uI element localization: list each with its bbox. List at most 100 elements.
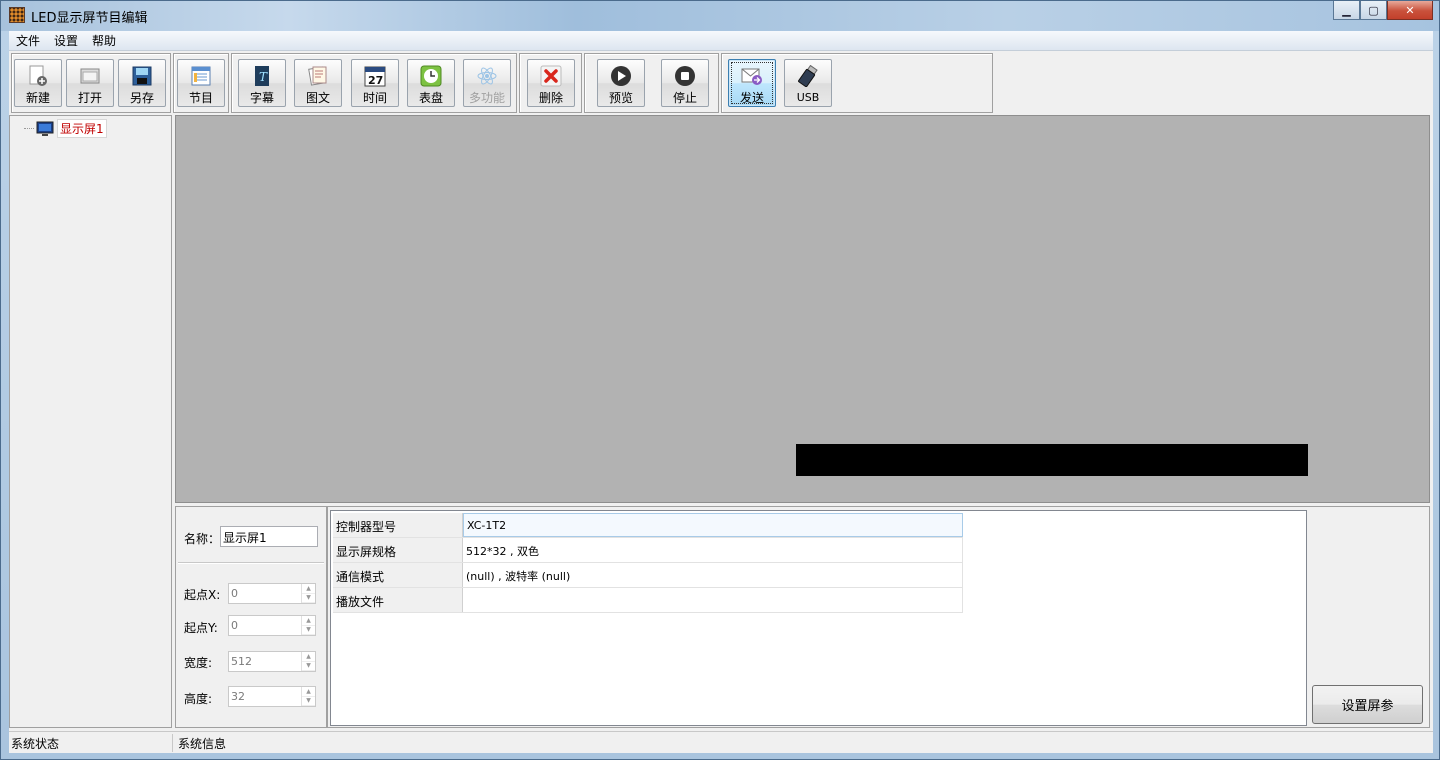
property-grid: 控制器型号 XC-1T2 显示屏规格 512*32 , 双色 通信模式 (nul… (333, 513, 963, 613)
stop-button[interactable]: 停止 (661, 59, 709, 107)
clock-icon (419, 64, 443, 88)
grid-value: XC-1T2 (463, 513, 963, 537)
time-label: 时间 (362, 91, 387, 105)
close-button[interactable]: ✕ (1387, 1, 1433, 20)
program-label: 节目 (188, 91, 213, 105)
height-label: 高度: (184, 692, 213, 706)
status-bar: 系统状态 系统信息 (9, 731, 1433, 753)
width-label: 宽度: (184, 656, 213, 670)
grid-key: 显示屏规格 (333, 538, 463, 562)
svg-text:27: 27 (368, 74, 383, 87)
clock-label: 表盘 (418, 91, 443, 105)
usb-drive-icon (796, 64, 820, 88)
preview-label: 预览 (608, 91, 633, 105)
app-window: LED显示屏节目编辑 ▁ ▢ ✕ 文件 设置 帮助 新建 打开 另存 节目 T … (0, 0, 1440, 760)
program-button[interactable]: 节目 (177, 59, 225, 107)
spin-arrows[interactable]: ▲ ▼ (301, 584, 315, 603)
menu-file[interactable]: 文件 (9, 32, 47, 49)
tree-connector (24, 128, 34, 129)
folder-icon (78, 64, 102, 88)
status-divider (172, 734, 173, 752)
tree-item-screen1[interactable]: 显示屏1 (24, 119, 107, 138)
name-field[interactable]: 显示屏1 (220, 526, 318, 547)
usb-button[interactable]: USB (784, 59, 832, 107)
grid-row-comm[interactable]: 通信模式 (null) , 波特率 (null) (333, 563, 963, 588)
clock-button[interactable]: 表盘 (407, 59, 455, 107)
spin-arrows[interactable]: ▲ ▼ (301, 652, 315, 671)
properties-panel: 名称： 显示屏1 起点X: 0 ▲ ▼ 起点Y: 0 ▲ ▼ 宽度: 512 ▲ ▼ … (175, 506, 327, 728)
subtitle-button[interactable]: T 字幕 (238, 59, 286, 107)
height-value: 32 (231, 690, 245, 703)
menu-bar: 文件 设置 帮助 (9, 31, 1433, 51)
toolbar: 新建 打开 另存 节目 T 字幕 图文 27 时间 表盘 多功能 删除 预览 停… (9, 51, 1433, 115)
program-list-icon (189, 64, 213, 88)
spin-arrows[interactable]: ▲ ▼ (301, 616, 315, 635)
save-as-button[interactable]: 另存 (118, 59, 166, 107)
calendar-icon: 27 (363, 64, 387, 88)
preview-button[interactable]: 预览 (597, 59, 645, 107)
name-label: 名称： (184, 532, 221, 546)
maximize-button[interactable]: ▢ (1360, 1, 1387, 20)
minimize-button[interactable]: ▁ (1333, 1, 1360, 20)
grid-key: 通信模式 (333, 563, 463, 587)
usb-label: USB (796, 91, 820, 104)
grid-row-playfile[interactable]: 播放文件 (333, 588, 963, 613)
led-screen-area[interactable] (796, 444, 1308, 476)
delete-x-icon (539, 64, 563, 88)
monitor-icon (36, 121, 54, 137)
window-controls: ▁ ▢ ✕ (1333, 1, 1433, 20)
start-y-stepper[interactable]: 0 ▲ ▼ (228, 615, 316, 636)
send-button[interactable]: 发送 (728, 59, 776, 107)
play-icon (609, 64, 633, 88)
grid-value (463, 588, 963, 612)
save-disk-icon (130, 64, 154, 88)
grid-row-controller[interactable]: 控制器型号 XC-1T2 (333, 513, 963, 538)
toolbar-group-playback: 预览 停止 (584, 53, 719, 113)
set-screen-params-button[interactable]: 设置屏参 (1312, 685, 1423, 724)
new-button[interactable]: 新建 (14, 59, 62, 107)
atom-icon (475, 64, 499, 88)
toolbar-group-content: T 字幕 图文 27 时间 表盘 多功能 (231, 53, 517, 113)
grid-value: 512*32 , 双色 (463, 538, 963, 562)
toolbar-group-delete: 删除 (519, 53, 582, 113)
grid-key: 控制器型号 (333, 513, 463, 537)
grid-row-spec[interactable]: 显示屏规格 512*32 , 双色 (333, 538, 963, 563)
screen-tree: 显示屏1 (9, 115, 172, 728)
menu-help[interactable]: 帮助 (85, 32, 123, 49)
start-x-value: 0 (231, 587, 238, 600)
toolbar-group-file: 新建 打开 另存 (11, 53, 171, 113)
system-status: 系统状态 (11, 737, 60, 751)
svg-text:T: T (259, 70, 268, 84)
window-title: LED显示屏节目编辑 (31, 11, 148, 26)
divider (178, 562, 324, 564)
title-bar[interactable]: LED显示屏节目编辑 ▁ ▢ ✕ (1, 1, 1439, 31)
height-stepper[interactable]: 32 ▲ ▼ (228, 686, 316, 707)
start-x-label: 起点X: (184, 588, 221, 602)
menu-settings[interactable]: 设置 (47, 32, 85, 49)
start-y-value: 0 (231, 619, 238, 632)
start-x-stepper[interactable]: 0 ▲ ▼ (228, 583, 316, 604)
time-button[interactable]: 27 时间 (351, 59, 399, 107)
width-value: 512 (231, 655, 252, 668)
grid-value: (null) , 波特率 (null) (463, 563, 963, 587)
new-label: 新建 (25, 91, 50, 105)
multi-function-label: 多功能 (468, 91, 505, 105)
picture-text-button[interactable]: 图文 (294, 59, 342, 107)
text-t-icon: T (250, 64, 274, 88)
spin-arrows[interactable]: ▲ ▼ (301, 687, 315, 706)
width-stepper[interactable]: 512 ▲ ▼ (228, 651, 316, 672)
toolbar-group-program: 节目 (173, 53, 229, 113)
stop-icon (673, 64, 697, 88)
open-button[interactable]: 打开 (66, 59, 114, 107)
delete-button[interactable]: 删除 (527, 59, 575, 107)
send-label: 发送 (739, 91, 764, 105)
delete-label: 删除 (538, 91, 563, 105)
system-info: 系统信息 (178, 737, 227, 751)
preview-canvas[interactable] (175, 115, 1430, 503)
subtitle-label: 字幕 (249, 91, 274, 105)
multi-function-button[interactable]: 多功能 (463, 59, 511, 107)
picture-text-label: 图文 (305, 91, 330, 105)
toolbar-group-send: 发送 USB (721, 53, 993, 113)
start-y-label: 起点Y: (184, 621, 218, 635)
app-logo-icon (9, 7, 25, 23)
